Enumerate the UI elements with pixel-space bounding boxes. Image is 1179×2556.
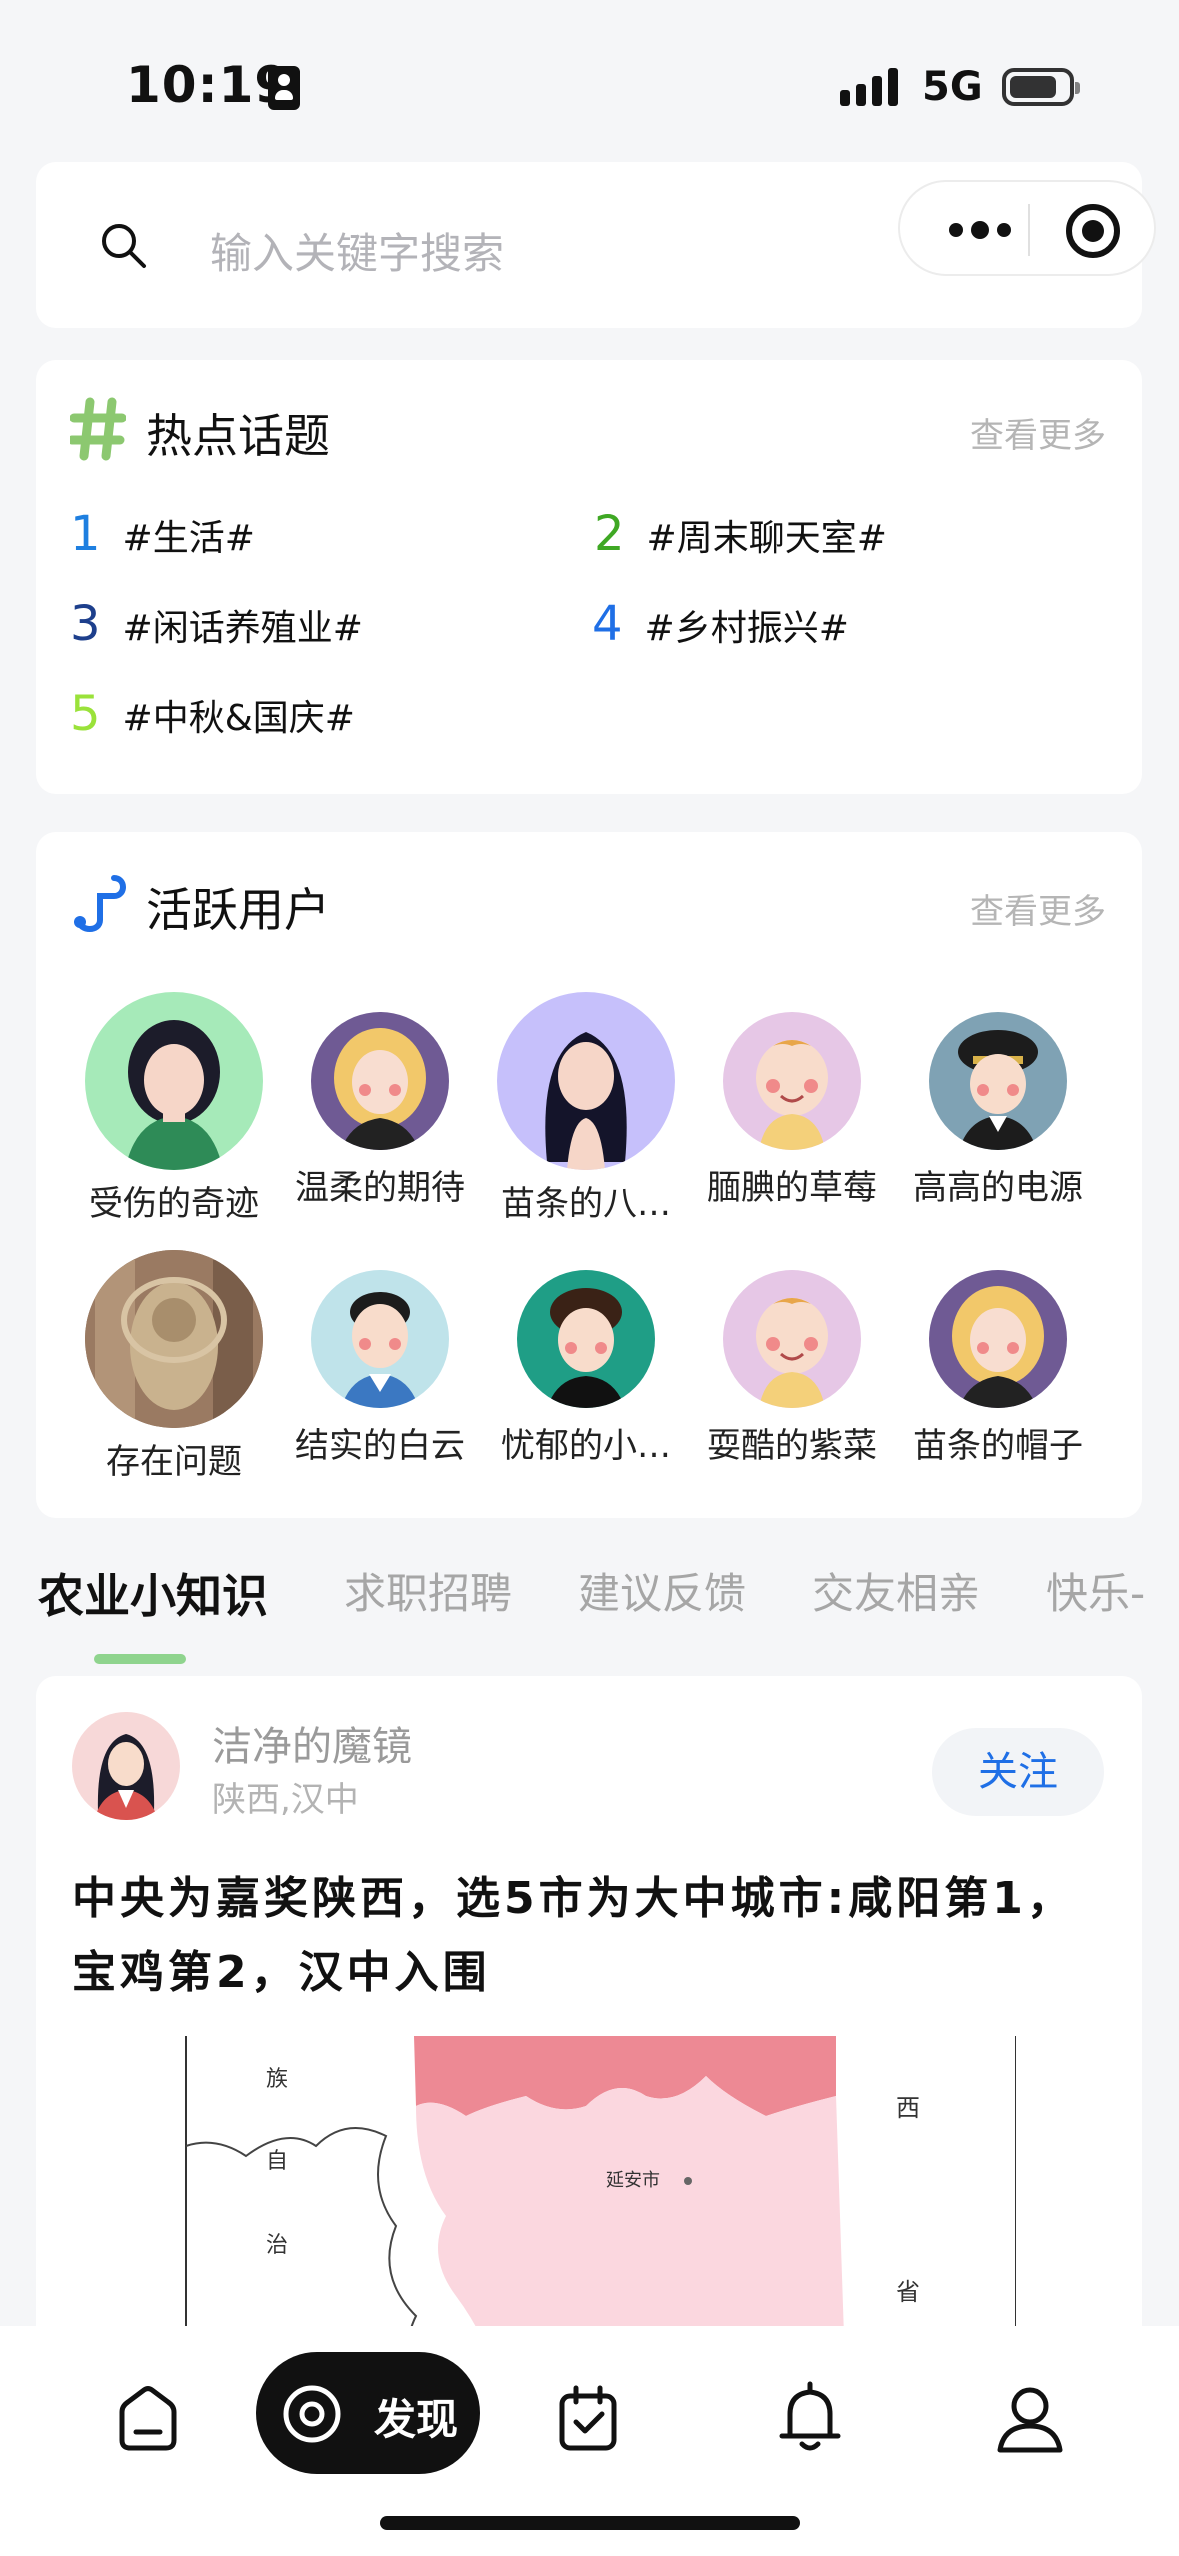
user-name: 温柔的期待 bbox=[295, 1168, 465, 1208]
map-city-label: 延安市 bbox=[606, 2170, 660, 2191]
home-indicator bbox=[380, 2516, 800, 2530]
topic-item[interactable]: 2 #周末聊天室# bbox=[594, 506, 887, 562]
search-icon bbox=[102, 224, 146, 268]
post-author-name[interactable]: 洁净的魔镜 bbox=[212, 1714, 412, 1772]
topic-label: #乡村振兴# bbox=[644, 608, 849, 649]
topic-rank: 5 bbox=[70, 686, 101, 742]
user-avatar bbox=[929, 1012, 1067, 1150]
user-name: 存在问题 bbox=[106, 1442, 242, 1482]
topic-item[interactable]: 3 #闲话养殖业# bbox=[70, 596, 363, 652]
tab-agri-knowledge[interactable]: 农业小知识 bbox=[38, 1560, 268, 1626]
miniprogram-capsule bbox=[898, 180, 1156, 276]
search-input[interactable]: 输入关键字搜索 bbox=[210, 220, 504, 281]
active-users-title: 活跃用户 bbox=[146, 883, 330, 937]
hashtag-icon bbox=[70, 397, 126, 461]
user-avatar bbox=[311, 1012, 449, 1150]
topic-rank: 4 bbox=[592, 596, 623, 652]
topic-item[interactable]: 1 #生活# bbox=[70, 506, 255, 562]
user-name: 苗条的帽子 bbox=[913, 1426, 1083, 1466]
user-item[interactable]: 苗条的八… bbox=[486, 992, 686, 1225]
user-name: 高高的电源 bbox=[913, 1168, 1083, 1208]
tab-jobs[interactable]: 求职招聘 bbox=[344, 1560, 512, 1621]
discover-tab[interactable]: 发现 bbox=[256, 2352, 480, 2474]
tab-dating[interactable]: 交友相亲 bbox=[812, 1560, 980, 1621]
topic-label: #生活# bbox=[122, 518, 255, 559]
user-item[interactable]: 存在问题 bbox=[74, 1250, 274, 1483]
hot-topics-title: 热点话题 bbox=[146, 409, 330, 463]
user-avatar bbox=[517, 1270, 655, 1408]
calendar-check-icon[interactable] bbox=[548, 2378, 628, 2458]
tab-happy[interactable]: 快乐- bbox=[1046, 1560, 1145, 1621]
active-users-card: 活跃用户 查看更多 受伤的奇迹 温柔的期待 苗条的八… 腼腆的草莓 高高的电源 bbox=[36, 832, 1142, 1518]
post-location: 陕西,汉中 bbox=[212, 1780, 359, 1820]
signal-icon bbox=[840, 66, 900, 106]
user-name: 耍酷的紫菜 bbox=[707, 1426, 877, 1466]
map-label: 西 bbox=[896, 2094, 920, 2122]
topic-label: #周末聊天室# bbox=[646, 518, 887, 559]
discover-label: 发现 bbox=[374, 2395, 459, 2444]
active-users-icon bbox=[74, 875, 126, 932]
topic-rank: 2 bbox=[594, 506, 625, 562]
close-miniprogram-icon[interactable] bbox=[1066, 204, 1120, 258]
user-avatar bbox=[85, 992, 263, 1170]
id-card-icon bbox=[268, 66, 300, 110]
post-author-avatar[interactable] bbox=[72, 1712, 180, 1820]
topic-label: #闲话养殖业# bbox=[122, 608, 363, 649]
active-tab-indicator bbox=[94, 1654, 186, 1664]
user-avatar bbox=[497, 992, 675, 1170]
eye-icon bbox=[283, 2385, 341, 2443]
user-avatar bbox=[723, 1270, 861, 1408]
map-label: 自 bbox=[266, 2149, 288, 2174]
topic-item[interactable]: 5 #中秋&国庆# bbox=[70, 686, 355, 742]
user-item[interactable]: 温柔的期待 bbox=[280, 1012, 480, 1209]
capsule-divider bbox=[1028, 204, 1030, 256]
user-item[interactable]: 耍酷的紫菜 bbox=[692, 1270, 892, 1467]
hot-topics-card: 热点话题 查看更多 1 #生活# 2 #周末聊天室# 3 #闲话养殖业# 4 #… bbox=[36, 360, 1142, 794]
battery-icon bbox=[1002, 68, 1080, 106]
active-users-more-link[interactable]: 查看更多 bbox=[970, 884, 1106, 933]
user-item[interactable]: 忧郁的小… bbox=[486, 1270, 686, 1467]
user-avatar bbox=[311, 1270, 449, 1408]
hot-topics-more-link[interactable]: 查看更多 bbox=[970, 408, 1106, 457]
user-avatar bbox=[85, 1250, 263, 1428]
topic-rank: 1 bbox=[70, 506, 101, 562]
more-options-icon[interactable] bbox=[940, 202, 1020, 258]
bell-icon[interactable] bbox=[770, 2378, 850, 2458]
post-title[interactable]: 中央为嘉奖陕西，选5市为大中城市:咸阳第1，宝鸡第2，汉中入围 bbox=[72, 1862, 1112, 2010]
user-name: 结实的白云 bbox=[295, 1426, 465, 1466]
user-avatar bbox=[723, 1012, 861, 1150]
user-name: 受伤的奇迹 bbox=[89, 1184, 259, 1224]
profile-icon[interactable] bbox=[990, 2378, 1070, 2458]
status-bar: 10:19 5G bbox=[0, 0, 1179, 160]
user-name: 腼腆的草莓 bbox=[707, 1168, 877, 1208]
topic-label: #中秋&国庆# bbox=[122, 698, 355, 739]
user-item[interactable]: 苗条的帽子 bbox=[898, 1270, 1098, 1467]
tab-feedback[interactable]: 建议反馈 bbox=[578, 1560, 746, 1621]
map-label: 族 bbox=[266, 2067, 288, 2092]
map-label: 治 bbox=[266, 2233, 288, 2258]
home-icon[interactable] bbox=[108, 2378, 188, 2458]
user-name: 苗条的八… bbox=[501, 1184, 671, 1224]
user-avatar bbox=[929, 1270, 1067, 1408]
network-type: 5G bbox=[922, 64, 983, 110]
user-item[interactable]: 高高的电源 bbox=[898, 1012, 1098, 1209]
user-name: 忧郁的小… bbox=[501, 1426, 671, 1466]
user-item[interactable]: 受伤的奇迹 bbox=[74, 992, 274, 1225]
topic-item[interactable]: 4 #乡村振兴# bbox=[592, 596, 849, 652]
user-item[interactable]: 腼腆的草莓 bbox=[692, 1012, 892, 1209]
status-time: 10:19 bbox=[126, 56, 291, 114]
topic-rank: 3 bbox=[70, 596, 101, 652]
follow-button[interactable]: 关注 bbox=[932, 1728, 1104, 1816]
user-item[interactable]: 结实的白云 bbox=[280, 1270, 480, 1467]
map-label: 省 bbox=[896, 2278, 920, 2306]
